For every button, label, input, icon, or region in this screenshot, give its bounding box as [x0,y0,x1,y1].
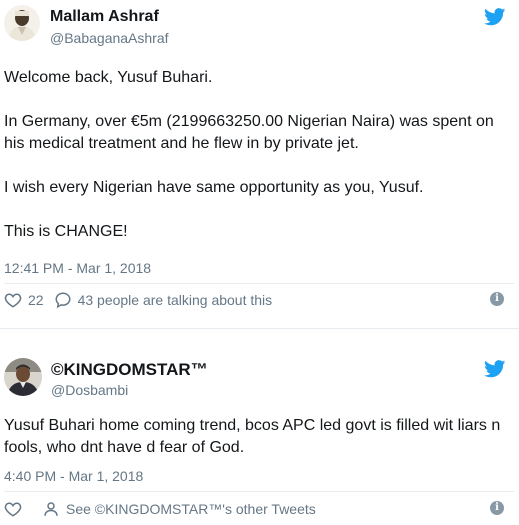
tweet-text: Yusuf Buhari home coming trend, bcos APC… [4,417,501,456]
tweet-card-kingdomstar[interactable]: ©KINGDOMSTAR™ @Dosbambi Yusuf Buhari hom… [0,340,519,525]
author-name[interactable]: Mallam Ashraf [50,8,159,26]
other-tweets-link[interactable]: See ©KINGDOMSTAR™'s other Tweets [66,501,316,517]
tweet-paragraph: This is CHANGE! [4,223,128,240]
heart-icon[interactable] [4,500,22,518]
author-name[interactable]: ©KINGDOMSTAR™ [51,360,208,380]
tweet-actions: See ©KINGDOMSTAR™'s other Tweets i [4,498,514,520]
avatar-image [4,358,42,396]
like-count[interactable]: 22 [28,292,44,308]
divider [4,491,514,492]
tweet-separator [0,328,519,340]
info-icon[interactable]: i [490,292,504,306]
person-icon[interactable] [42,500,60,518]
tweet-timestamp[interactable]: 4:40 PM - Mar 1, 2018 [4,468,143,484]
tweet-paragraph: In Germany, over €5m (2199663250.00 Nige… [4,113,494,152]
tweet-paragraph: I wish every Nigerian have same opportun… [4,179,424,196]
author-handle[interactable]: @Dosbambi [51,382,128,398]
avatar-image [4,5,40,41]
tweet-actions: 22 43 people are talking about this i [4,289,514,311]
avatar[interactable] [4,5,40,41]
twitter-bird-icon[interactable] [484,360,506,378]
heart-icon[interactable] [4,291,22,309]
tweet-card-mallam-ashraf[interactable]: Mallam Ashraf @BabaganaAshraf Welcome ba… [0,0,519,328]
info-icon[interactable]: i [490,501,504,515]
speech-bubble-icon[interactable] [54,291,72,309]
twitter-bird-icon[interactable] [484,8,506,26]
tweet-paragraph: Welcome back, Yusuf Buhari. [4,69,213,86]
avatar[interactable] [4,358,42,396]
tweet-timestamp[interactable]: 12:41 PM - Mar 1, 2018 [4,260,151,276]
conversation-link[interactable]: 43 people are talking about this [78,292,273,308]
divider [4,283,514,284]
tweet-text: Welcome back, Yusuf Buhari. In Germany, … [4,67,514,243]
author-handle[interactable]: @BabaganaAshraf [50,30,169,46]
